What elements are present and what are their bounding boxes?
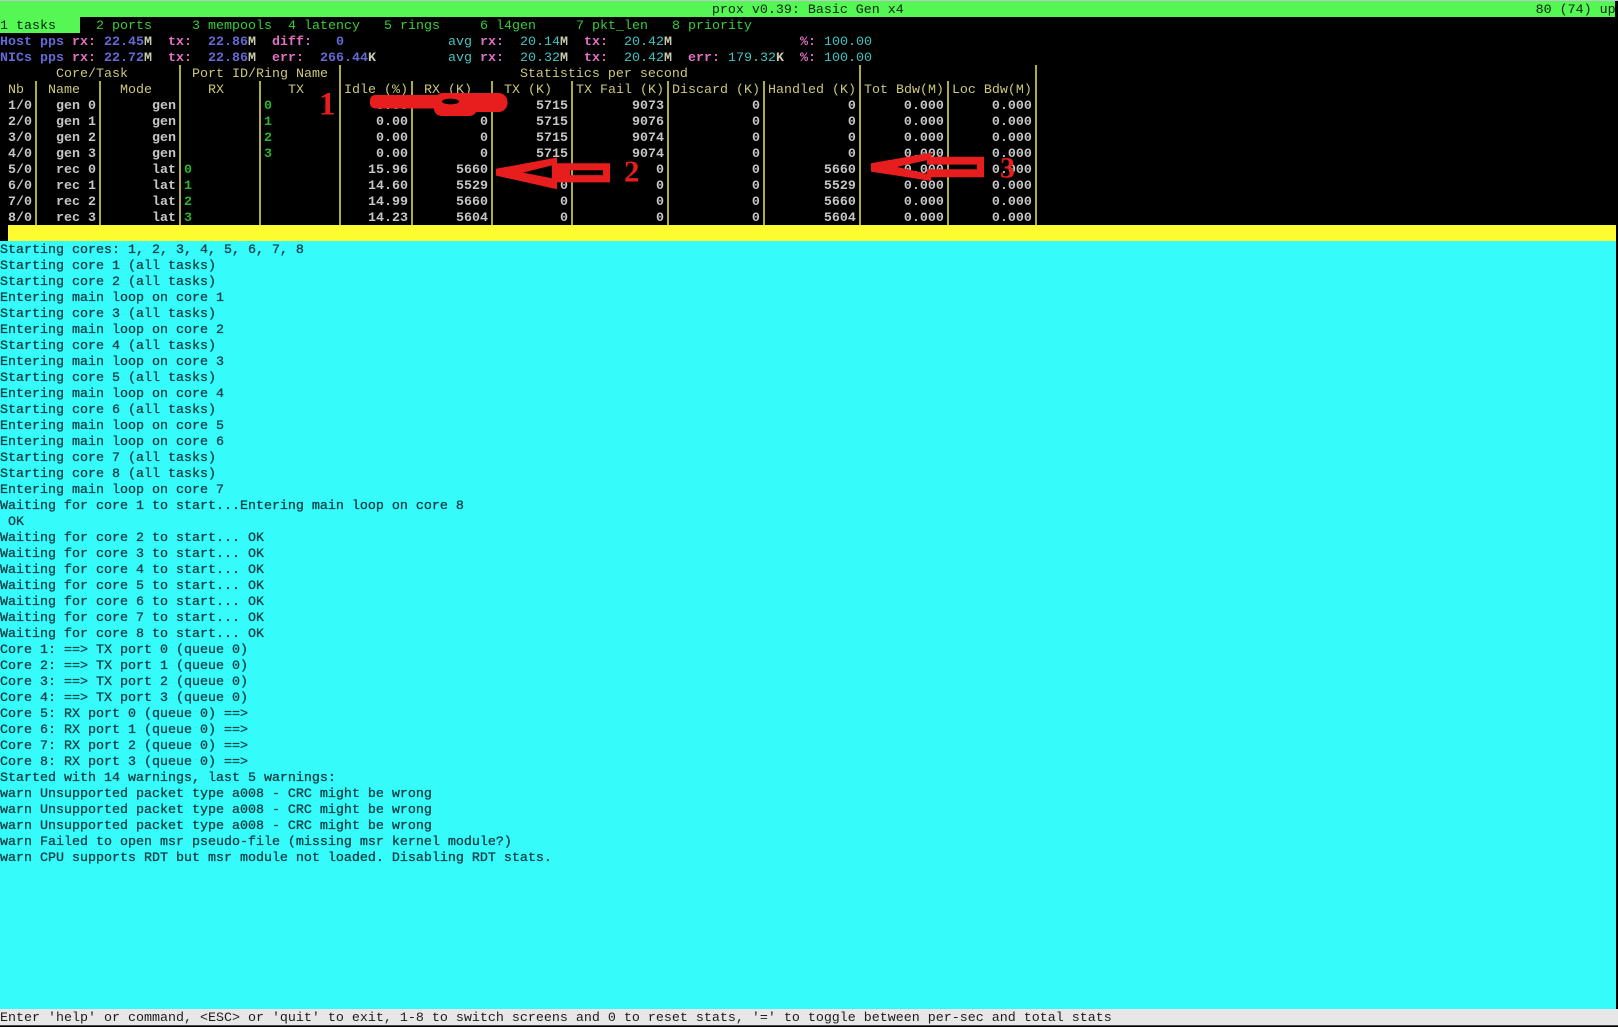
svg-text:2: 2 (624, 154, 640, 189)
svg-text:1: 1 (319, 87, 336, 123)
svg-text:3: 3 (1000, 152, 1015, 185)
